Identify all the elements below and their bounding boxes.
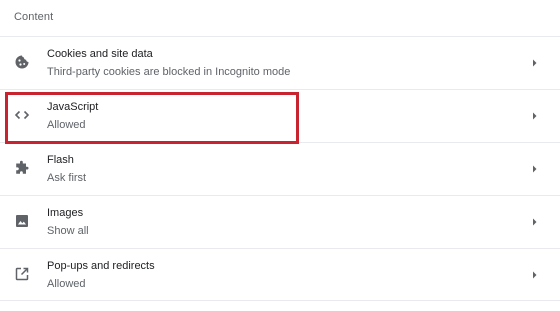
settings-row-images[interactable]: Images Show all <box>0 195 560 248</box>
content-settings-page: Content Cookies and site data Third-part… <box>0 0 560 311</box>
settings-row-label: JavaScript <box>47 101 99 113</box>
puzzle-piece-icon <box>14 160 30 176</box>
settings-row-sublabel: Allowed <box>47 119 86 131</box>
settings-row-cookies[interactable]: Cookies and site data Third-party cookie… <box>0 36 560 89</box>
chevron-right-icon <box>530 163 540 175</box>
settings-row-sublabel: Third-party cookies are blocked in Incog… <box>47 66 291 78</box>
settings-row-sublabel: Ask first <box>47 172 87 184</box>
open-in-new-icon <box>14 266 30 282</box>
settings-row-label: Cookies and site data <box>47 48 153 60</box>
settings-row-javascript[interactable]: JavaScript Allowed <box>0 89 560 142</box>
code-brackets-icon <box>14 107 30 123</box>
image-icon <box>14 213 30 229</box>
settings-row-label: Pop-ups and redirects <box>47 260 155 272</box>
settings-row-label: Flash <box>47 154 74 166</box>
settings-row-flash[interactable]: Flash Ask first <box>0 142 560 195</box>
section-title: Content <box>14 11 54 23</box>
content-settings-list: Cookies and site data Third-party cookie… <box>0 36 560 301</box>
settings-row-sublabel: Show all <box>47 225 89 237</box>
settings-row-popups[interactable]: Pop-ups and redirects Allowed <box>0 248 560 301</box>
chevron-right-icon <box>530 216 540 228</box>
settings-row-sublabel: Allowed <box>47 278 86 290</box>
chevron-right-icon <box>530 57 540 69</box>
chevron-right-icon <box>530 269 540 281</box>
settings-row-label: Images <box>47 207 84 219</box>
chevron-right-icon <box>530 110 540 122</box>
cookie-icon <box>14 54 30 70</box>
